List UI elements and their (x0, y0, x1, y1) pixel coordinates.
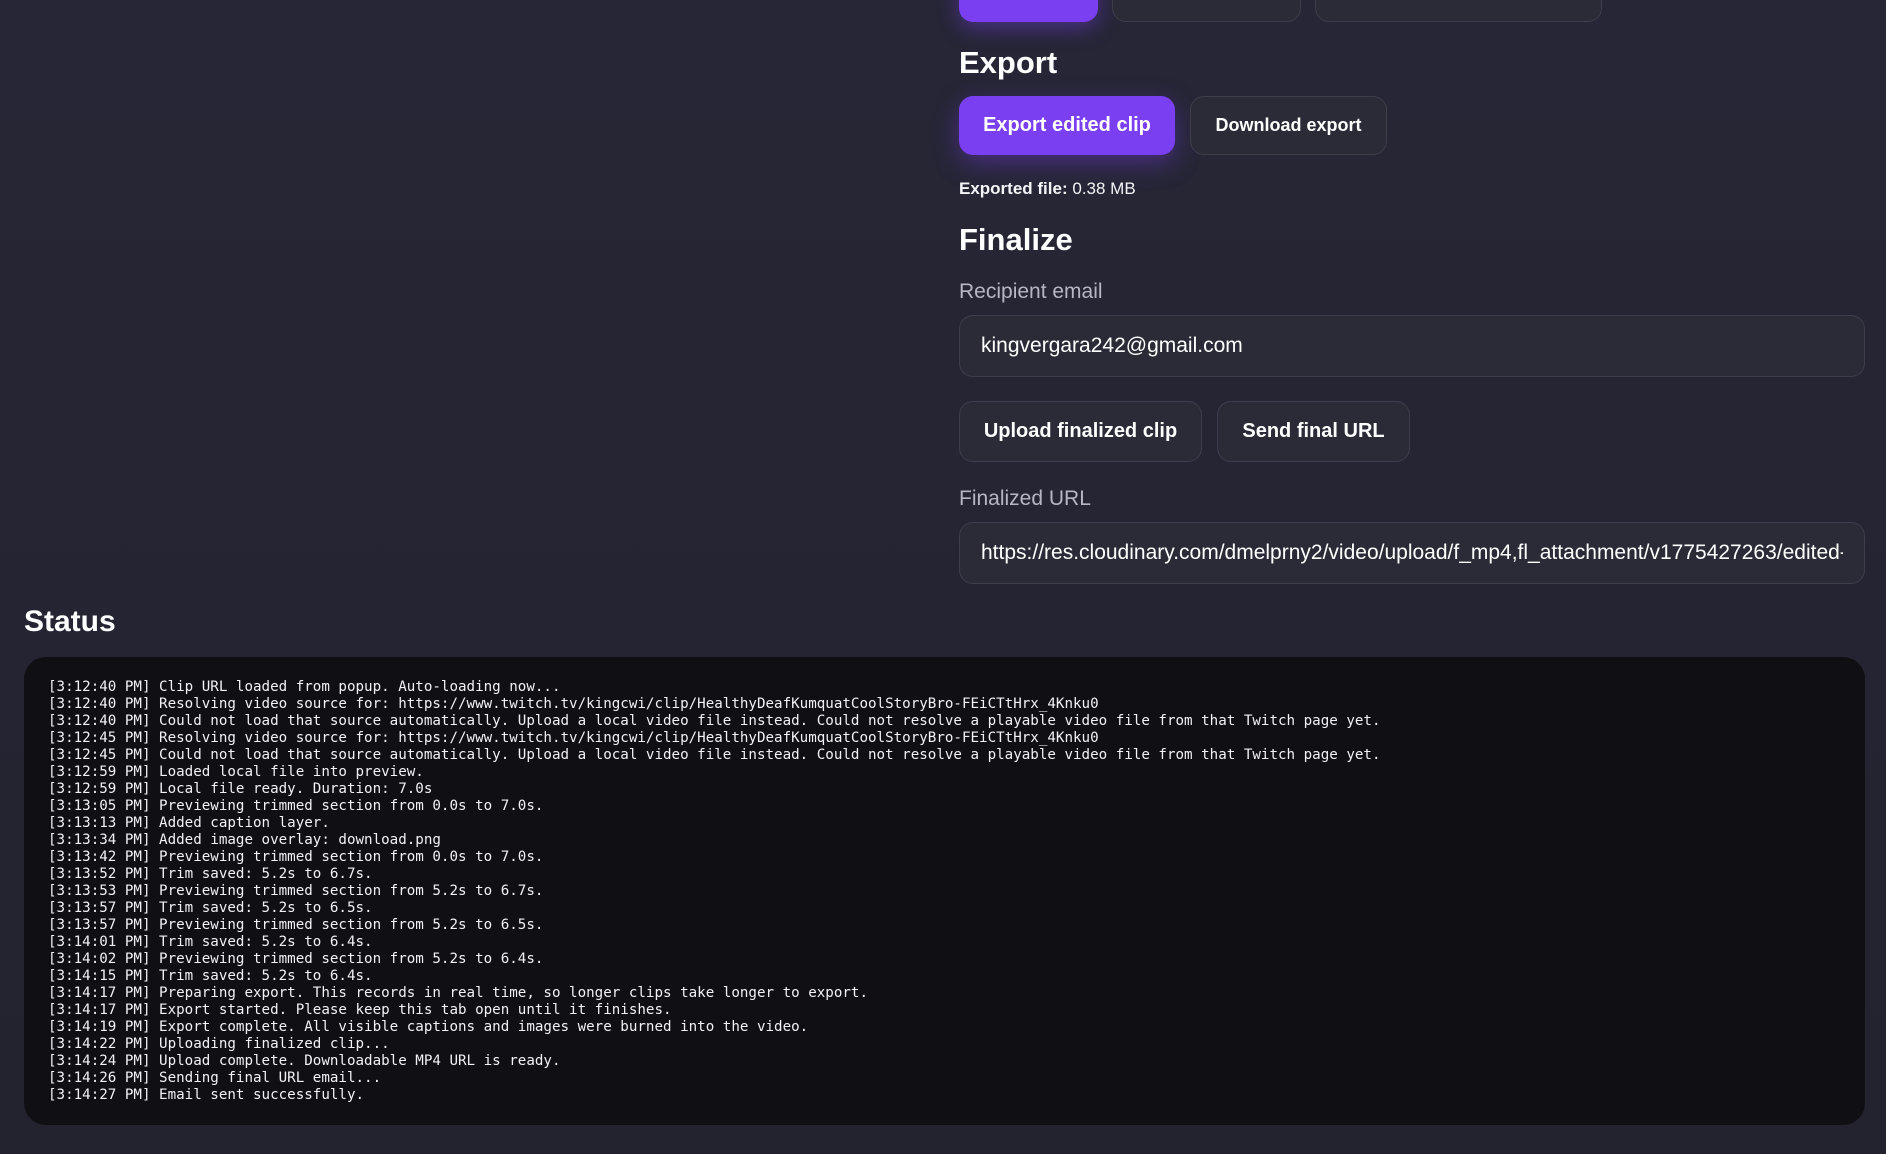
status-log-line: [3:14:26 PM] Sending final URL email... (48, 1070, 382, 1086)
recipient-email-field[interactable] (959, 315, 1865, 377)
status-log-line: [3:13:57 PM] Previewing trimmed section … (48, 917, 544, 933)
status-log-line: [3:14:17 PM] Export started. Please keep… (48, 1002, 672, 1018)
status-log-line: [3:13:52 PM] Trim saved: 5.2s to 6.7s. (48, 866, 373, 882)
status-log-line: [3:13:13 PM] Added caption layer. (48, 815, 330, 831)
status-log-line: [3:12:45 PM] Could not load that source … (48, 747, 1381, 763)
finalize-heading: Finalize (959, 222, 1073, 257)
status-log-line: [3:12:59 PM] Local file ready. Duration:… (48, 781, 433, 797)
status-log-line: [3:13:42 PM] Previewing trimmed section … (48, 849, 544, 865)
status-log-line: [3:12:59 PM] Loaded local file into prev… (48, 764, 424, 780)
recipient-email-label: Recipient email (959, 280, 1103, 303)
status-log-line: [3:14:01 PM] Trim saved: 5.2s to 6.4s. (48, 934, 373, 950)
export-edited-clip-button[interactable]: Export edited clip (959, 96, 1175, 155)
status-log-line: [3:14:19 PM] Export complete. All visibl… (48, 1019, 809, 1035)
status-log-line: [3:12:45 PM] Resolving video source for:… (48, 730, 1099, 746)
download-export-button[interactable]: Download export (1190, 96, 1387, 155)
finalized-url-label: Finalized URL (959, 487, 1091, 510)
upload-finalized-clip-button[interactable]: Upload finalized clip (959, 401, 1202, 462)
status-log-line: [3:13:34 PM] Added image overlay: downlo… (48, 832, 441, 848)
status-log-line: [3:14:24 PM] Upload complete. Downloadab… (48, 1053, 561, 1069)
finalized-url-field[interactable] (959, 522, 1865, 584)
status-log-line: [3:12:40 PM] Resolving video source for:… (48, 696, 1099, 712)
status-log[interactable]: [3:12:40 PM] Clip URL loaded from popup.… (24, 657, 1865, 1125)
status-log-line: [3:13:57 PM] Trim saved: 5.2s to 6.5s. (48, 900, 373, 916)
status-log-line: [3:14:15 PM] Trim saved: 5.2s to 6.4s. (48, 968, 373, 984)
status-log-line: [3:14:02 PM] Previewing trimmed section … (48, 951, 544, 967)
top-secondary-button[interactable] (1112, 0, 1301, 22)
top-secondary-button-wide[interactable] (1315, 0, 1602, 22)
status-log-line: [3:14:17 PM] Preparing export. This reco… (48, 985, 868, 1001)
status-log-line: [3:13:53 PM] Previewing trimmed section … (48, 883, 544, 899)
send-final-url-button[interactable]: Send final URL (1217, 401, 1410, 462)
status-log-line: [3:12:40 PM] Could not load that source … (48, 713, 1381, 729)
status-log-line: [3:13:05 PM] Previewing trimmed section … (48, 798, 544, 814)
app-page: Export Export edited clip Download expor… (0, 0, 1886, 1154)
top-primary-button[interactable] (959, 0, 1098, 22)
exported-file-size: 0.38 MB (1072, 179, 1136, 198)
status-heading: Status (24, 605, 116, 638)
export-heading: Export (959, 45, 1058, 80)
status-log-line: [3:12:40 PM] Clip URL loaded from popup.… (48, 679, 561, 695)
exported-file-label: Exported file: (959, 179, 1068, 198)
status-log-line: [3:14:27 PM] Email sent successfully. (48, 1087, 365, 1103)
status-log-line: [3:14:22 PM] Uploading finalized clip... (48, 1036, 390, 1052)
exported-file-info: Exported file: 0.38 MB (959, 179, 1136, 199)
